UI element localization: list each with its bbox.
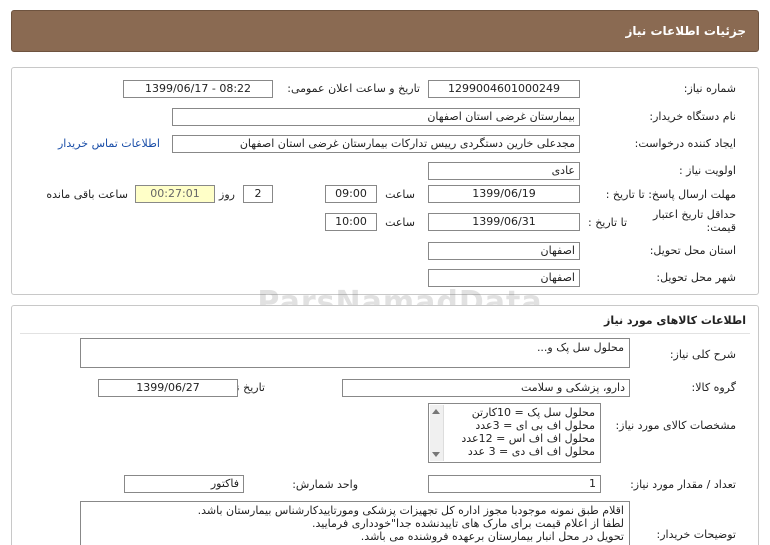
province-field: اصفهان xyxy=(428,242,580,260)
validity-to-date-label: تا تاریخ : xyxy=(588,216,627,229)
buyer-notes-line: تحویل در محل انبار بیمارستان برعهده فروش… xyxy=(360,530,624,543)
reply-time-field: 09:00 xyxy=(325,185,377,203)
qty-label: تعداد / مقدار مورد نیاز: xyxy=(630,478,736,491)
section-divider xyxy=(20,333,750,334)
buyer-org-field: بیمارستان غرضی استان اصفهان xyxy=(172,108,580,126)
priority-field: عادی xyxy=(428,162,580,180)
remaining-time-field: 00:27:01 xyxy=(135,185,215,203)
unit-field: فاکتور xyxy=(124,475,244,493)
qty-field: 1 xyxy=(428,475,601,493)
province-label: استان محل تحویل: xyxy=(649,244,736,257)
need-number-label: شماره نیاز: xyxy=(683,82,736,95)
summary-text: محلول سل پک و... xyxy=(536,341,624,354)
specs-line: محلول اف اف اس = 12عدد xyxy=(461,432,595,445)
summary-field: محلول سل پک و... xyxy=(80,338,630,368)
validity-date-field: 1399/06/31 xyxy=(428,213,580,231)
page-header: جزئیات اطلاعات نیاز xyxy=(11,10,759,52)
reply-time-label: ساعت xyxy=(385,188,415,201)
announce-label: تاریخ و ساعت اعلان عمومی: xyxy=(287,82,420,95)
days-field: 2 xyxy=(243,185,273,203)
city-field: اصفهان xyxy=(428,269,580,287)
group-label: گروه کالا: xyxy=(691,381,736,394)
specs-label: مشخصات کالای مورد نیاز: xyxy=(615,419,736,432)
announce-field: 1399/06/17 - 08:22 xyxy=(123,80,273,98)
buyer-notes-line: لطفا از اعلام قیمت برای مارک های تاییدنش… xyxy=(312,517,624,530)
specs-scrollbar[interactable] xyxy=(430,405,444,461)
need-details-panel: شماره نیاز: 1299004601000249 تاریخ و ساع… xyxy=(11,67,759,295)
validity-time-label: ساعت xyxy=(385,216,415,229)
remaining-label: ساعت باقی مانده xyxy=(46,188,128,201)
buyer-org-label: نام دستگاه خریدار: xyxy=(649,110,736,123)
unit-label: واحد شمارش: xyxy=(292,478,358,491)
need-number-field: 1299004601000249 xyxy=(428,80,580,98)
priority-label: اولویت نیاز : xyxy=(678,164,736,177)
scroll-down-icon[interactable] xyxy=(432,452,440,457)
specs-field[interactable]: محلول سل پک = 10کارتن محلول اف بی ای = 3… xyxy=(428,403,601,463)
scroll-up-icon[interactable] xyxy=(432,409,440,414)
buyer-notes-label: توضیحات خریدار: xyxy=(656,528,737,541)
goods-section-title: اطلاعات کالاهای مورد نیاز xyxy=(604,314,746,327)
buyer-notes-line: اقلام طبق نمونه موجودبا مجوز اداره کل تج… xyxy=(197,504,624,517)
summary-label: شرح کلی نیاز: xyxy=(669,348,736,361)
specs-line: محلول اف اف دی = 3 عدد xyxy=(467,445,595,458)
specs-line: محلول اف بی ای = 3عدد xyxy=(475,419,595,432)
need-date-field: 1399/06/27 xyxy=(98,379,238,397)
price-validity-label: حداقل تاریخ اعتبار قیمت: xyxy=(652,208,736,234)
page-title: جزئیات اطلاعات نیاز xyxy=(625,24,746,38)
goods-panel: اطلاعات کالاهای مورد نیاز شرح کلی نیاز: … xyxy=(11,305,759,545)
city-label: شهر محل تحویل: xyxy=(656,271,736,284)
specs-line: محلول سل پک = 10کارتن xyxy=(471,406,595,419)
creator-field: مجدعلی خارین دستگردی رییس تدارکات بیمارس… xyxy=(172,135,580,153)
buyer-notes-field: اقلام طبق نمونه موجودبا مجوز اداره کل تج… xyxy=(80,501,630,545)
reply-deadline-label: مهلت ارسال پاسخ: تا تاریخ : xyxy=(605,188,736,201)
reply-date-field: 1399/06/19 xyxy=(428,185,580,203)
buyer-contact-link[interactable]: اطلاعات تماس خریدار xyxy=(58,137,160,150)
group-field: دارو، پزشکی و سلامت xyxy=(342,379,630,397)
validity-time-field: 10:00 xyxy=(325,213,377,231)
creator-label: ایجاد کننده درخواست: xyxy=(634,137,736,150)
